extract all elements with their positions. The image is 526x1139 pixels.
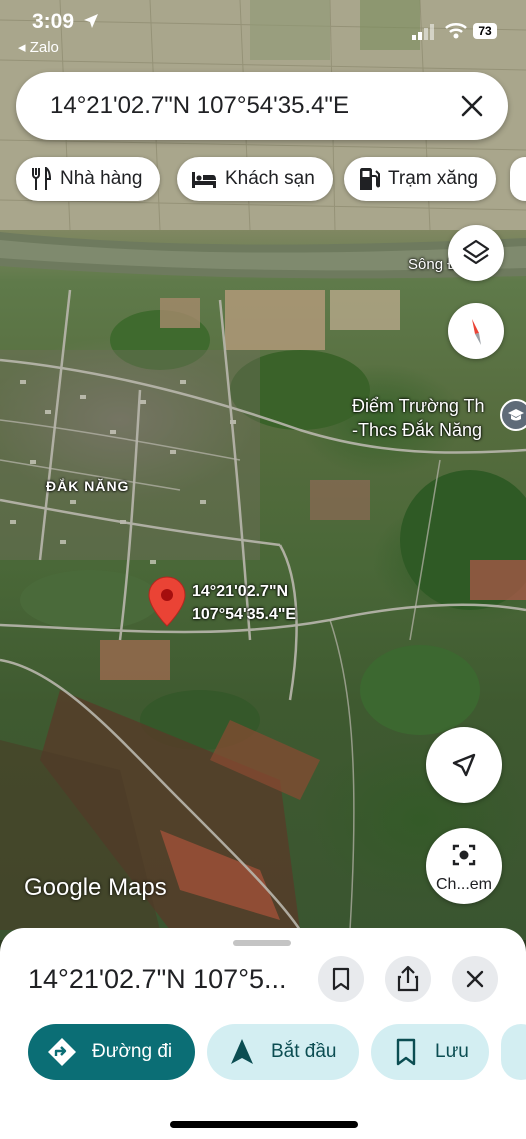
more-actions-button[interactable] xyxy=(501,1024,526,1080)
navigation-arrow-icon xyxy=(452,753,476,777)
place-label[interactable]: ĐẮK NĂNG xyxy=(46,478,129,494)
pin-label-line1: 14°21'02.7"N xyxy=(192,583,289,600)
status-time: 3:09 xyxy=(32,10,100,34)
save-icon-button[interactable] xyxy=(318,956,364,1002)
my-location-button[interactable] xyxy=(426,727,502,803)
start-button[interactable]: Bắt đầu xyxy=(207,1024,359,1080)
bookmark-icon xyxy=(332,967,350,991)
layers-icon xyxy=(462,239,490,265)
compass-icon xyxy=(472,319,481,345)
share-icon xyxy=(397,965,419,992)
location-arrow-icon xyxy=(83,14,98,28)
lens-button[interactable]: Ch...em xyxy=(426,828,502,904)
pin-coordinates-label: 14°21'02.7"N 107°54'35.4"E xyxy=(192,580,296,626)
bookmark-icon xyxy=(396,1038,416,1066)
restaurant-icon xyxy=(32,167,52,190)
gas-station-icon xyxy=(360,168,380,190)
chip-restaurants[interactable]: Nhà hàng xyxy=(16,157,161,201)
drag-handle[interactable] xyxy=(233,940,291,946)
hotel-icon xyxy=(192,172,216,188)
home-indicator xyxy=(170,1121,358,1128)
chip-label: Nhà hàng xyxy=(60,168,143,189)
directions-label: Đường đi xyxy=(92,1041,173,1062)
chip-gas-stations[interactable]: Trạm xăng xyxy=(344,157,497,201)
battery-indicator: 73 xyxy=(473,23,497,39)
google-maps-watermark: Google Maps xyxy=(24,874,167,902)
chip-more[interactable] xyxy=(510,157,526,201)
pin-label-line2: 107°54'35.4"E xyxy=(192,606,297,623)
watermark-maps: Maps xyxy=(108,874,167,901)
directions-icon xyxy=(48,1038,76,1066)
camera-search-icon xyxy=(452,844,476,866)
close-sheet-button[interactable] xyxy=(452,956,498,1002)
compass-button[interactable] xyxy=(448,303,504,359)
place-title: 14°21'02.7"N 107°5... xyxy=(28,964,287,994)
back-to-app-link[interactable]: ◂ Zalo xyxy=(18,38,59,56)
save-label: Lưu xyxy=(435,1041,469,1062)
school-label-line1: Điểm Trường Th xyxy=(352,396,485,416)
search-bar[interactable]: 14°21'02.7"N 107°54'35.4"E xyxy=(16,72,508,140)
school-label-line2: -Thcs Đắk Năng xyxy=(352,420,483,440)
chip-label: Khách sạn xyxy=(225,168,315,189)
lens-label: Ch...em xyxy=(435,876,492,893)
chip-label: Trạm xăng xyxy=(388,168,479,189)
layers-button[interactable] xyxy=(448,225,504,281)
school-label[interactable]: Điểm Trường Th -Thcs Đắk Năng xyxy=(352,394,485,442)
status-time-value: 3:09 xyxy=(32,10,75,33)
save-button[interactable]: Lưu xyxy=(371,1024,489,1080)
school-icon[interactable] xyxy=(500,399,526,431)
close-icon xyxy=(466,970,484,988)
close-icon[interactable] xyxy=(456,90,488,122)
place-bottom-sheet[interactable]: 14°21'02.7"N 107°5... Đường đi Bắt đầu L… xyxy=(0,928,526,1139)
search-input[interactable]: 14°21'02.7"N 107°54'35.4"E xyxy=(50,92,349,120)
watermark-google: Google xyxy=(24,874,102,901)
start-label: Bắt đầu xyxy=(271,1041,337,1062)
status-bar: 3:09 ◂ Zalo 73 xyxy=(0,0,526,60)
directions-button[interactable]: Đường đi xyxy=(28,1024,195,1080)
signal-icon xyxy=(412,24,434,40)
location-pin-icon[interactable] xyxy=(148,576,186,633)
navigation-arrow-icon xyxy=(231,1039,253,1064)
chip-hotels[interactable]: Khách sạn xyxy=(177,157,333,201)
wifi-icon xyxy=(445,23,467,39)
share-button[interactable] xyxy=(385,956,431,1002)
